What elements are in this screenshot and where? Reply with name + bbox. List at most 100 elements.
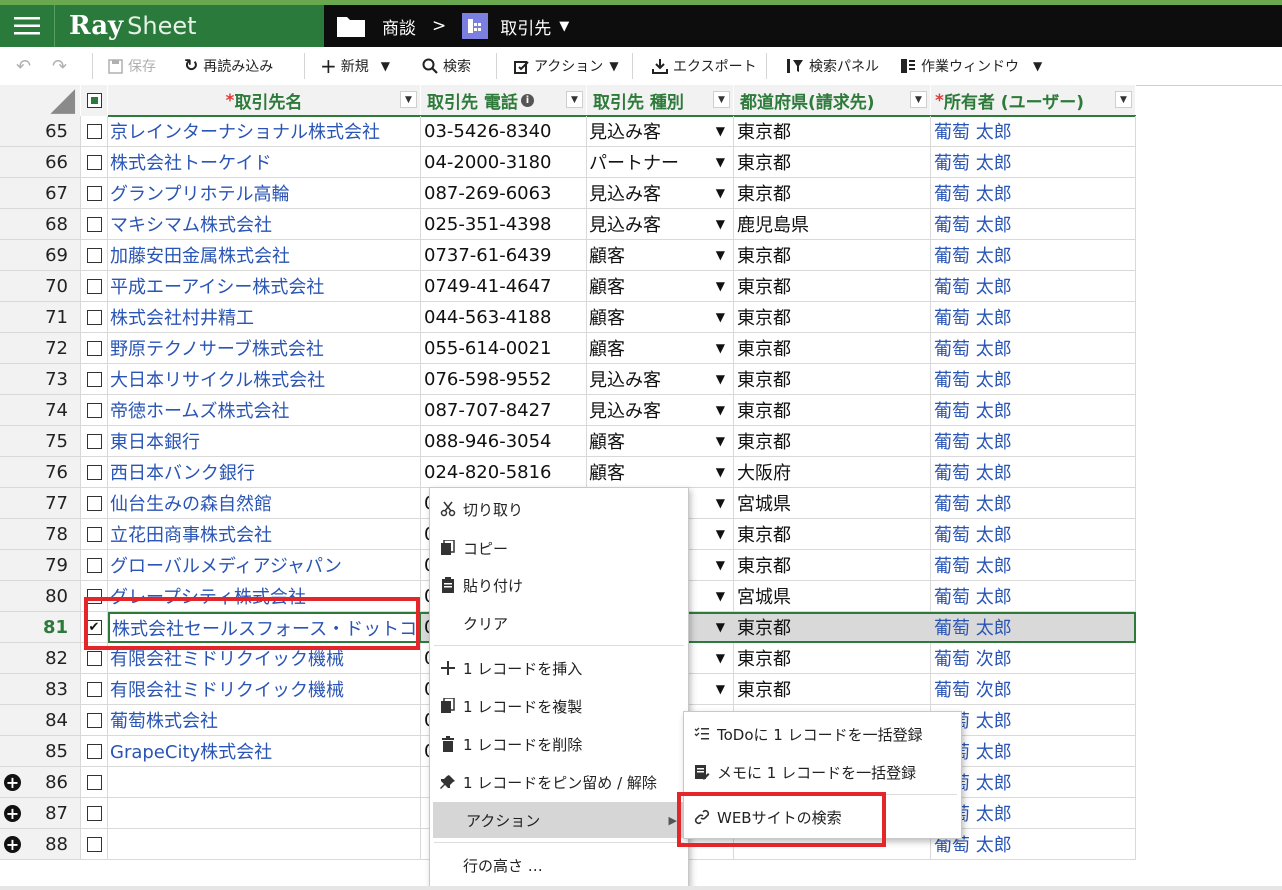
cell-owner[interactable]: 葡萄 太郎 (931, 333, 1136, 364)
search-button[interactable]: 検索 (422, 47, 471, 85)
row-number[interactable]: +87 (0, 798, 81, 829)
cell-account-name[interactable]: グローバルメディアジャパン (108, 550, 421, 581)
chevron-down-icon[interactable]: ▼ (716, 403, 725, 417)
cell-prefecture[interactable]: 東京都 (734, 271, 931, 302)
chevron-down-icon[interactable]: ▼ (716, 558, 725, 572)
cell-owner[interactable]: 葡萄 太郎 (931, 209, 1136, 240)
search-panel-button[interactable]: 検索パネル (786, 47, 879, 85)
chevron-down-icon[interactable]: ▼ (559, 19, 569, 34)
row-checkbox[interactable] (86, 774, 102, 790)
cell-account-name[interactable]: マキシマム株式会社 (108, 209, 421, 240)
export-button[interactable]: エクスポート (652, 47, 757, 85)
redo-button[interactable]: ↷ (52, 47, 67, 85)
chevron-down-icon[interactable]: ▼ (716, 310, 725, 324)
cell-owner[interactable]: 葡萄 太郎 (931, 426, 1136, 457)
row-checkbox-cell[interactable] (81, 147, 108, 178)
row-checkbox[interactable] (86, 712, 102, 728)
row-checkbox-cell[interactable] (81, 798, 108, 829)
cell-account-name[interactable]: 葡萄株式会社 (108, 705, 421, 736)
cell-account-name[interactable]: 株式会社トーケイド (108, 147, 421, 178)
cell-phone[interactable]: 055-614-0021 (421, 333, 587, 364)
row-number[interactable]: 65 (0, 116, 81, 147)
row-number[interactable]: +88 (0, 829, 81, 860)
menu-item-copy[interactable]: コピー (430, 530, 688, 566)
row-number[interactable]: 68 (0, 209, 81, 240)
cell-account-name[interactable] (108, 829, 421, 860)
row-checkbox-cell[interactable] (81, 674, 108, 705)
menu-item-cut[interactable]: 切り取り (430, 491, 688, 527)
row-checkbox[interactable] (86, 743, 102, 759)
cell-account-type[interactable]: 見込み客 ▼ (587, 116, 734, 147)
chevron-down-icon[interactable]: ▼ (381, 59, 390, 73)
row-checkbox-cell[interactable] (81, 705, 108, 736)
cell-account-type[interactable]: 顧客 ▼ (587, 457, 734, 488)
row-checkbox-cell[interactable] (81, 395, 108, 426)
row-checkbox[interactable] (86, 185, 102, 201)
chevron-down-icon[interactable]: ▼ (716, 620, 725, 634)
cell-owner[interactable]: 葡萄 太郎 (931, 116, 1136, 147)
cell-prefecture[interactable]: 東京都 (734, 147, 931, 178)
cell-account-type[interactable]: 顧客 ▼ (587, 302, 734, 333)
chevron-down-icon[interactable]: ▼ (716, 279, 725, 293)
row-number[interactable]: 73 (0, 364, 81, 395)
chevron-down-icon[interactable]: ▼ (716, 217, 725, 231)
chevron-down-icon[interactable]: ▼ (716, 434, 725, 448)
row-checkbox-cell[interactable] (81, 364, 108, 395)
chevron-down-icon[interactable]: ▼ (716, 186, 725, 200)
cell-owner[interactable]: 葡萄 太郎 (931, 271, 1136, 302)
chevron-down-icon[interactable]: ▼ (716, 124, 725, 138)
cell-account-name[interactable]: 西日本バンク銀行 (108, 457, 421, 488)
row-number[interactable]: 70 (0, 271, 81, 302)
cell-prefecture[interactable]: 東京都 (734, 116, 931, 147)
row-checkbox[interactable] (86, 557, 102, 573)
table-row[interactable]: 65 京レインターナショナル株式会社 03-5426-8340 見込み客 ▼ 東京都 葡萄 … (0, 116, 1136, 147)
cell-account-name[interactable]: 平成エーアイシー株式会社 (108, 271, 421, 302)
row-checkbox[interactable] (86, 123, 102, 139)
hamburger-menu-button[interactable] (0, 5, 54, 47)
row-checkbox[interactable] (86, 526, 102, 542)
cell-phone[interactable]: 03-5426-8340 (421, 116, 587, 147)
cell-prefecture[interactable]: 宮城県 (734, 488, 931, 519)
table-row[interactable]: 73 大日本リサイクル株式会社 076-598-9552 見込み客 ▼ 東京都 葡萄 太郎 (0, 364, 1136, 395)
cell-phone[interactable]: 0737-61-6439 (421, 240, 587, 271)
menu-item-row-height[interactable]: 行の高さ … (430, 847, 688, 883)
cell-phone[interactable]: 044-563-4188 (421, 302, 587, 333)
table-row[interactable]: 74 帝徳ホームズ株式会社 087-707-8427 見込み客 ▼ 東京都 葡萄 太郎 (0, 395, 1136, 426)
row-checkbox-cell[interactable] (81, 271, 108, 302)
corner-header[interactable] (0, 85, 81, 116)
row-checkbox[interactable] (86, 154, 102, 170)
cell-account-name[interactable]: 大日本リサイクル株式会社 (108, 364, 421, 395)
new-button[interactable]: + 新規 ▼ (320, 47, 390, 85)
row-number[interactable]: 84 (0, 705, 81, 736)
menu-item-clear[interactable]: クリア (430, 605, 688, 641)
work-window-button[interactable]: 作業ウィンドウ ▼ (900, 47, 1042, 85)
row-checkbox[interactable] (86, 216, 102, 232)
cell-prefecture[interactable]: 東京都 (734, 302, 931, 333)
row-checkbox[interactable] (86, 464, 102, 480)
breadcrumb-current[interactable]: 取引先 (500, 14, 551, 39)
column-filter-dropdown[interactable]: ▼ (566, 91, 583, 108)
cell-prefecture[interactable]: 大阪府 (734, 457, 931, 488)
reload-button[interactable]: ↻ 再読み込み (184, 47, 273, 85)
row-checkbox-cell[interactable] (81, 736, 108, 767)
row-checkbox-cell[interactable] (81, 457, 108, 488)
cell-owner[interactable]: 葡萄 太郎 (931, 612, 1136, 643)
row-checkbox-cell[interactable] (81, 240, 108, 271)
row-checkbox-cell[interactable] (81, 209, 108, 240)
cell-account-type[interactable]: 顧客 ▼ (587, 426, 734, 457)
column-filter-dropdown[interactable]: ▼ (910, 91, 927, 108)
row-number[interactable]: 74 (0, 395, 81, 426)
row-checkbox-cell[interactable] (81, 767, 108, 798)
cell-prefecture[interactable]: 東京都 (734, 612, 931, 643)
cell-account-name[interactable]: 帝徳ホームズ株式会社 (108, 395, 421, 426)
chevron-down-icon[interactable]: ▼ (716, 372, 725, 386)
menu-item-delete-record[interactable]: 1 レコードを削除 (430, 726, 688, 762)
cell-phone[interactable]: 076-598-9552 (421, 364, 587, 395)
cell-owner[interactable]: 葡萄 次郎 (931, 643, 1136, 674)
row-number[interactable]: 76 (0, 457, 81, 488)
cell-account-name[interactable]: 東日本銀行 (108, 426, 421, 457)
row-number[interactable]: 66 (0, 147, 81, 178)
row-number[interactable]: 82 (0, 643, 81, 674)
cell-owner[interactable]: 葡萄 太郎 (931, 364, 1136, 395)
cell-phone[interactable]: 087-707-8427 (421, 395, 587, 426)
